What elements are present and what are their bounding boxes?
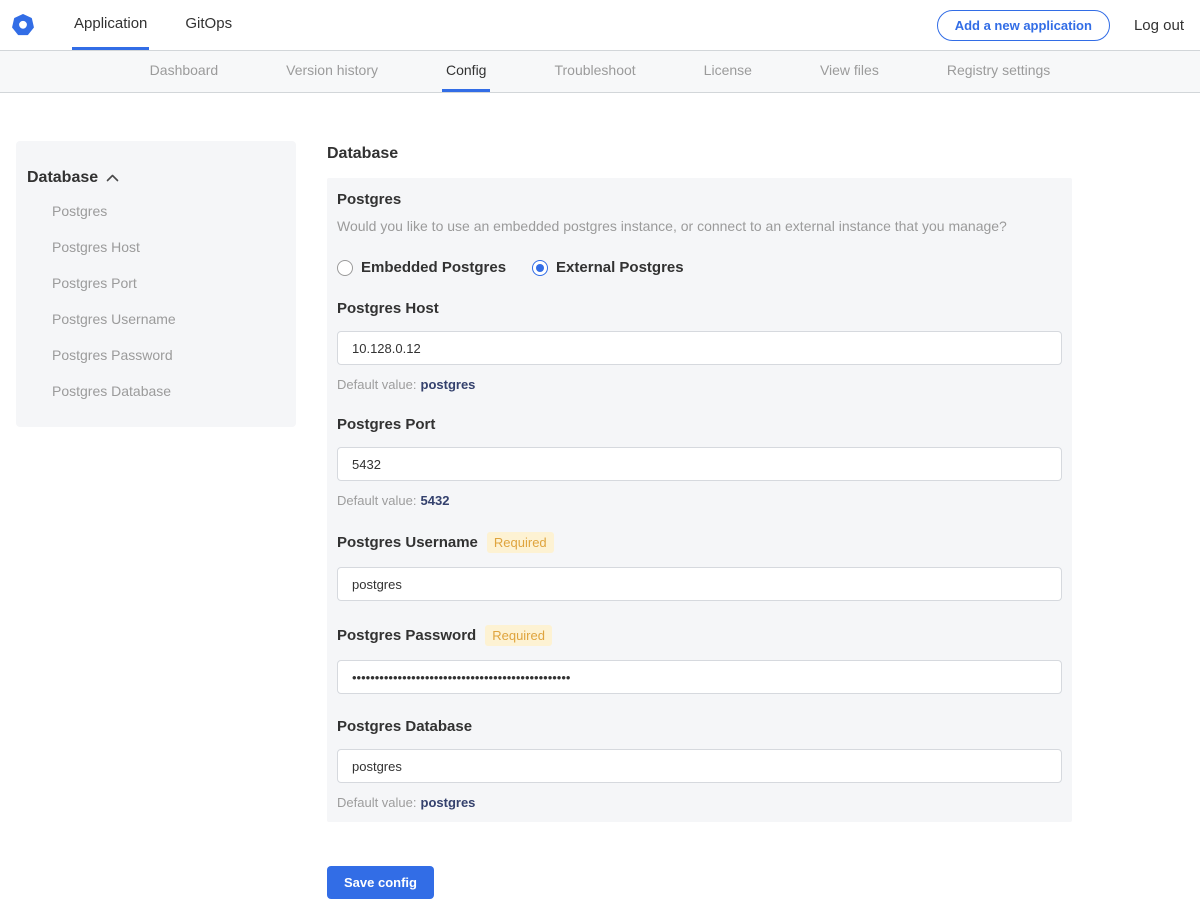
default-value-note: Default value: postgres [337, 795, 1062, 810]
sidebar-item-postgres-database[interactable]: Postgres Database [27, 373, 286, 409]
field-postgres-username: Postgres Username Required [337, 532, 1062, 554]
section-label-postgres: Postgres [337, 191, 402, 208]
app-logo-heptagon-icon [12, 14, 34, 36]
app-subnav: Dashboard Version history Config Trouble… [0, 50, 1200, 93]
tab-gitops[interactable]: GitOps [183, 0, 234, 50]
add-new-application-button[interactable]: Add a new application [936, 9, 1110, 41]
required-badge: Required [485, 625, 552, 647]
field-postgres-database: Postgres Database [337, 718, 1062, 735]
default-value-note: Default value: 5432 [337, 493, 1062, 508]
default-value-prefix: Default value: [337, 493, 417, 509]
postgres-password-input[interactable] [337, 660, 1062, 695]
config-main: Database Postgres Would you like to use … [327, 141, 1072, 899]
field-label: Postgres Host [337, 300, 439, 318]
postgres-username-input[interactable] [337, 567, 1062, 602]
field-label: Postgres Port [337, 416, 436, 434]
radio-external-postgres[interactable]: External Postgres [532, 259, 684, 276]
save-config-button[interactable]: Save config [327, 866, 434, 899]
radio-selected-icon [532, 259, 549, 276]
app-logo[interactable] [12, 0, 34, 50]
default-value-prefix: Default value: [337, 377, 417, 393]
subnav-tab-license[interactable]: License [700, 51, 756, 92]
top-header: Application GitOps Add a new application… [0, 0, 1200, 50]
sidebar-item-list: Postgres Postgres Host Postgres Port Pos… [27, 193, 286, 409]
database-config-panel: Postgres Would you like to use an embedd… [327, 178, 1072, 823]
postgres-mode-radio-group: Embedded Postgres External Postgres [337, 259, 1062, 276]
field-label: Postgres Username [337, 534, 478, 552]
chevron-up-icon [106, 174, 119, 182]
field-label: Postgres Password [337, 627, 477, 645]
postgres-port-input[interactable] [337, 447, 1062, 482]
field-postgres-port: Postgres Port [337, 416, 1062, 433]
config-sidebar: Database Postgres Postgres Host Postgres… [16, 141, 296, 427]
radio-unselected-icon [337, 259, 353, 276]
required-badge: Required [486, 532, 554, 554]
radio-label: External Postgres [556, 259, 684, 277]
subnav-tab-dashboard[interactable]: Dashboard [146, 51, 223, 92]
field-label: Postgres Database [337, 718, 473, 736]
subnav-tab-config[interactable]: Config [442, 51, 491, 92]
tab-application[interactable]: Application [72, 0, 150, 50]
header-tabs: Application GitOps [72, 0, 234, 50]
sidebar-item-postgres-host[interactable]: Postgres Host [27, 229, 286, 265]
default-value-prefix: Default value: [337, 795, 417, 811]
page-title: Database [327, 145, 399, 162]
sidebar-item-postgres[interactable]: Postgres [27, 193, 286, 229]
sidebar-group-database[interactable]: Database [27, 169, 286, 187]
sidebar-item-postgres-username[interactable]: Postgres Username [27, 301, 286, 337]
section-help-text: Would you like to use an embedded postgr… [337, 218, 1007, 234]
default-value: 5432 [420, 493, 450, 509]
subnav-tab-registry-settings[interactable]: Registry settings [943, 51, 1054, 92]
subnav-tab-troubleshoot[interactable]: Troubleshoot [550, 51, 639, 92]
radio-embedded-postgres[interactable]: Embedded Postgres [337, 259, 506, 276]
postgres-host-input[interactable] [337, 331, 1062, 366]
config-content: Database Postgres Postgres Host Postgres… [0, 93, 1200, 899]
sidebar-item-postgres-password[interactable]: Postgres Password [27, 337, 286, 373]
radio-label: Embedded Postgres [361, 259, 507, 277]
logout-link[interactable]: Log out [1134, 17, 1184, 34]
default-value: postgres [420, 377, 476, 393]
default-value-note: Default value: postgres [337, 377, 1062, 392]
sidebar-group-label: Database [27, 169, 99, 186]
field-postgres-password: Postgres Password Required [337, 625, 1062, 647]
sidebar-item-postgres-port[interactable]: Postgres Port [27, 265, 286, 301]
subnav-tab-view-files[interactable]: View files [816, 51, 883, 92]
default-value: postgres [420, 795, 476, 811]
postgres-database-input[interactable] [337, 749, 1062, 784]
field-postgres-host: Postgres Host [337, 300, 1062, 317]
subnav-tab-version-history[interactable]: Version history [282, 51, 382, 92]
header-right: Add a new application Log out [936, 0, 1200, 50]
